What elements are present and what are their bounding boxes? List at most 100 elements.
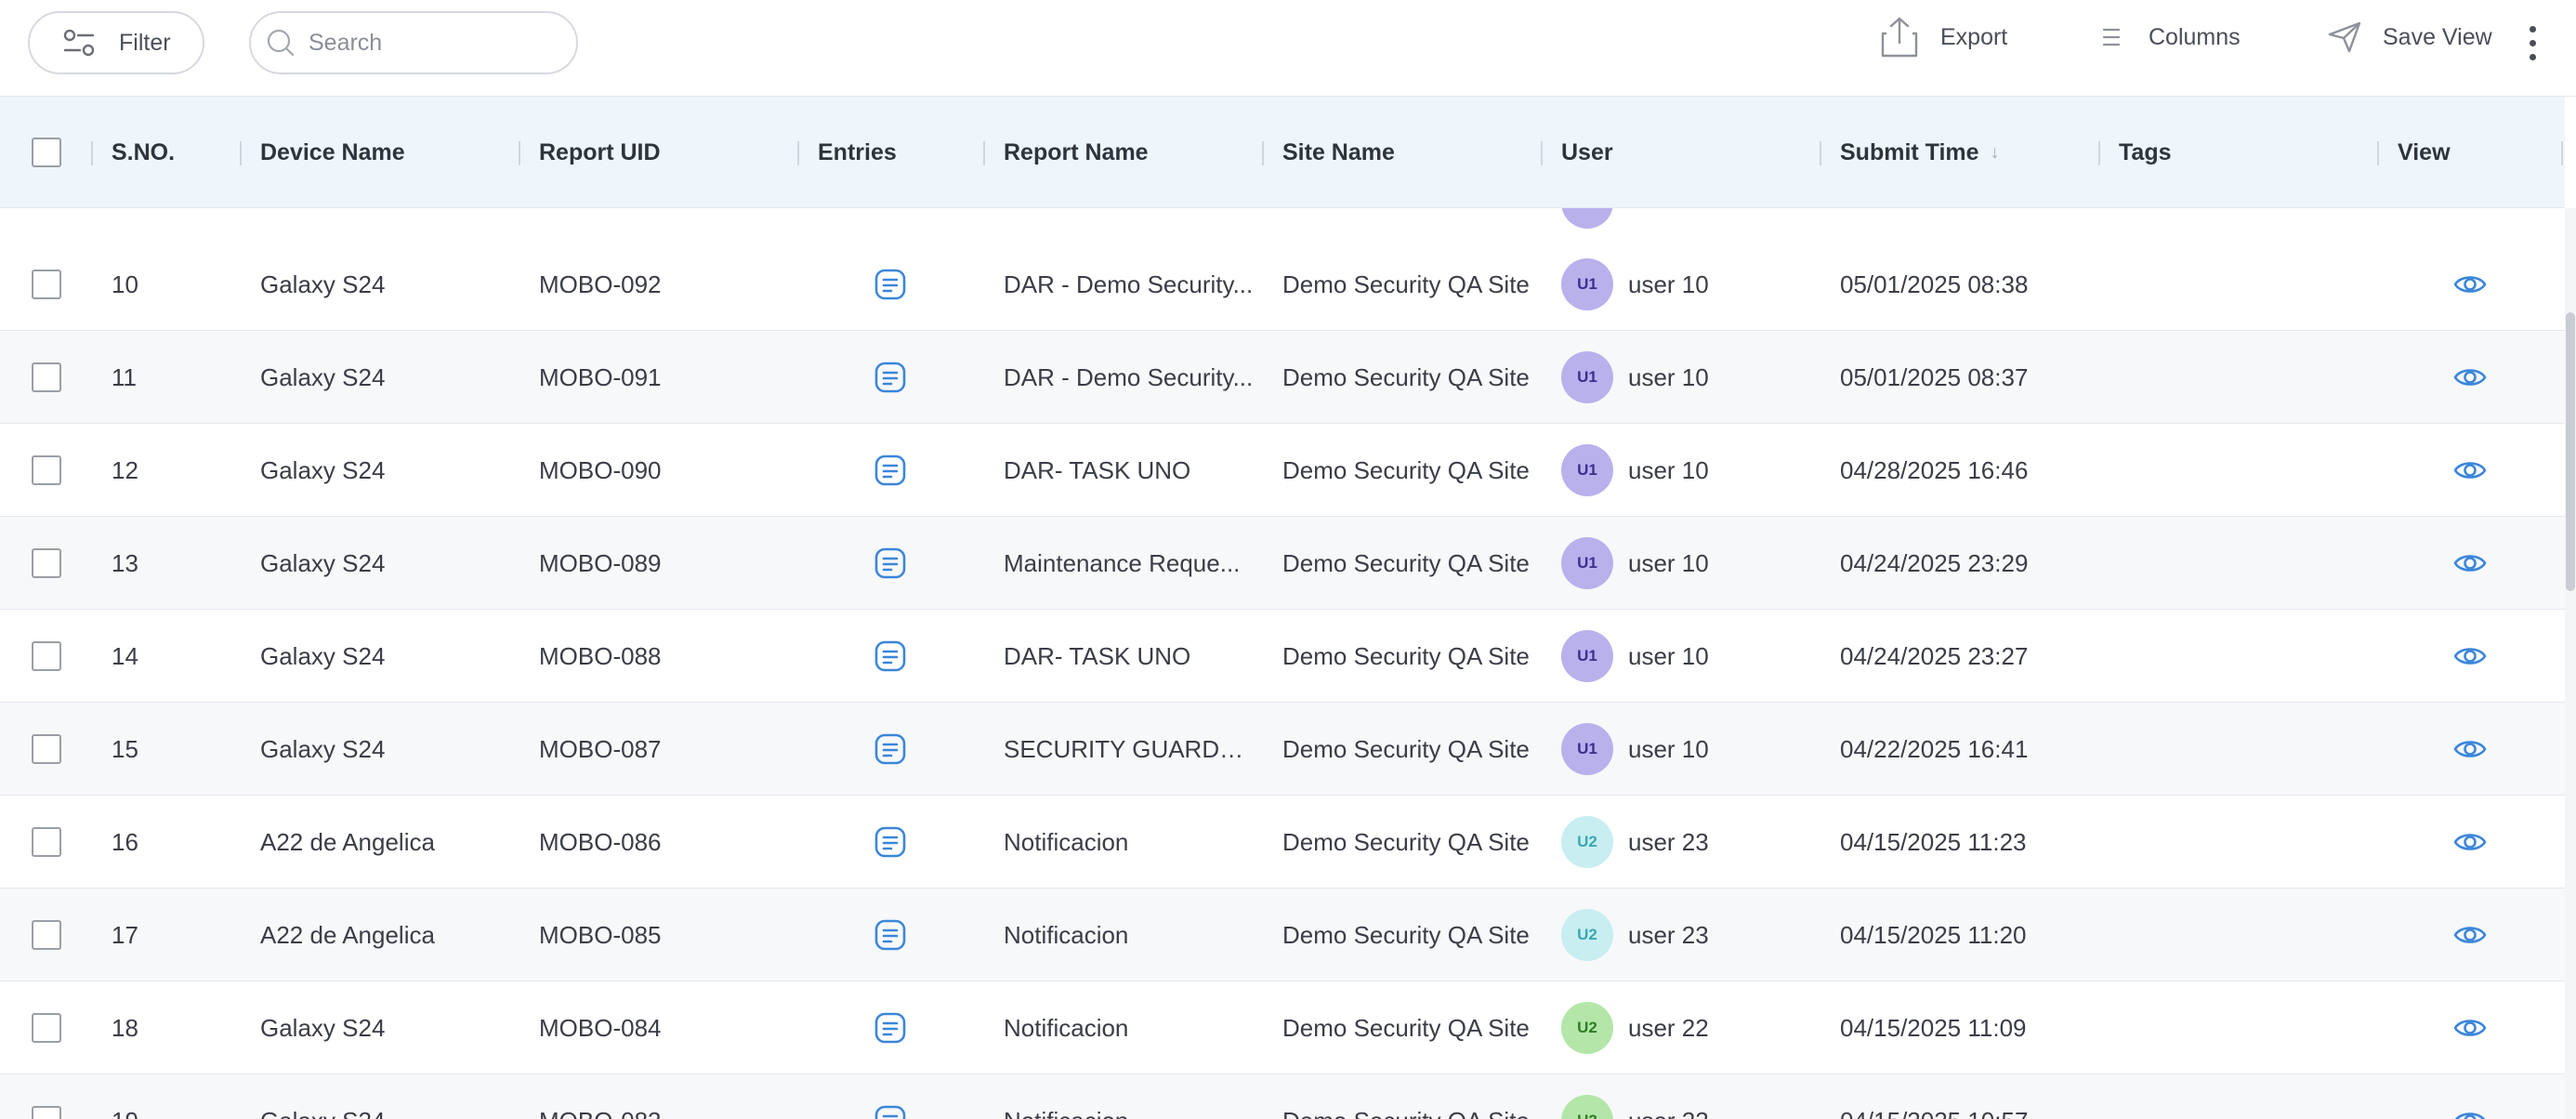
cell-tags	[2119, 424, 2370, 517]
cell-user: user 10	[1628, 455, 1709, 484]
column-header-site-name[interactable]: Site Name	[1282, 97, 1395, 208]
column-header-submit-time[interactable]: Submit Time ↓	[1840, 97, 2000, 208]
view-eye-icon[interactable]	[2453, 639, 2487, 678]
table-row[interactable]: 14 Galaxy S24 MOBO-088 DAR- TASK UNO Demo Se…	[0, 610, 2565, 703]
cell-report-uid: MOBO-083	[539, 1074, 790, 1119]
row-checkbox[interactable]	[32, 270, 61, 299]
cell-report-uid: MOBO-084	[539, 1013, 662, 1042]
cell-device-name: A22 de Angelica	[260, 827, 435, 856]
submit-time-label: Submit Time	[1840, 138, 1979, 165]
table-row[interactable]: 12 Galaxy S24 MOBO-090 DAR- TASK UNO Demo Se…	[0, 424, 2565, 517]
search-box[interactable]	[249, 11, 578, 74]
view-eye-icon[interactable]	[2453, 1104, 2487, 1119]
sort-down-icon[interactable]: ↓	[1991, 142, 2000, 164]
view-eye-icon[interactable]	[2453, 825, 2487, 863]
column-header-device-name[interactable]: Device Name	[260, 97, 405, 208]
table-row[interactable]: 18 Galaxy S24 MOBO-084 Notificacion Demo Sec…	[0, 981, 2565, 1074]
column-header-entries[interactable]: Entries	[818, 97, 897, 208]
view-eye-icon[interactable]	[2453, 918, 2487, 956]
cell-site-name: Demo Security QA Site	[1282, 641, 1530, 670]
column-header-sno[interactable]: S.NO.	[112, 97, 175, 208]
cell-site-name: Demo Security QA Site	[1282, 455, 1530, 484]
cell-sno: 15	[112, 734, 138, 763]
cell-sno: 14	[112, 641, 138, 670]
row-checkbox[interactable]	[32, 827, 61, 857]
cell-submit-time: 04/15/2025 11:23	[1840, 827, 2027, 856]
view-eye-icon[interactable]	[2453, 732, 2487, 770]
table-row[interactable]: 19 Galaxy S24 MOBO-083 Notificacion Demo Sec…	[0, 1074, 2565, 1119]
cell-site-name: Demo Security QA Site	[1282, 734, 1530, 763]
cell-site-name: Demo Security QA Site	[1282, 548, 1530, 577]
avatar: U1	[1561, 351, 1613, 403]
cell-report-name: Notificacion	[1004, 828, 1129, 856]
cell-user: user 10	[1628, 362, 1709, 391]
table-row[interactable]: 13 Galaxy S24 MOBO-089 Maintenance Reque...…	[0, 517, 2565, 610]
view-eye-icon[interactable]	[2453, 454, 2487, 492]
cell-tags	[2119, 610, 2370, 703]
more-options-icon[interactable]	[2518, 17, 2546, 69]
entries-icon[interactable]	[874, 546, 907, 585]
cell-site-name: Demo Security QA Site	[1282, 1013, 1530, 1042]
cell-user: user 23	[1628, 827, 1709, 856]
filter-button[interactable]: Filter	[28, 11, 204, 74]
select-all-checkbox[interactable]	[32, 138, 61, 167]
entries-icon[interactable]	[874, 361, 907, 399]
cell-device-name: Galaxy S24	[260, 362, 386, 391]
entries-icon[interactable]	[874, 732, 907, 770]
table-row[interactable]: 17 A22 de Angelica MOBO-085 Notificacion Dem…	[0, 889, 2565, 981]
search-input[interactable]	[309, 29, 550, 57]
cell-report-uid: MOBO-090	[539, 455, 662, 484]
entries-icon[interactable]	[874, 825, 907, 863]
view-eye-icon[interactable]	[2453, 546, 2487, 585]
avatar: U1	[1561, 258, 1613, 310]
entries-icon[interactable]	[874, 918, 907, 956]
cell-report-name: Notificacion	[1004, 1074, 1255, 1119]
entries-icon[interactable]	[874, 1011, 907, 1049]
row-checkbox[interactable]	[32, 362, 61, 392]
table-row[interactable]: 16 A22 de Angelica MOBO-086 Notificacion Dem…	[0, 796, 2565, 889]
row-checkbox[interactable]	[32, 641, 61, 671]
column-divider	[2377, 141, 2379, 165]
search-icon	[267, 29, 295, 57]
view-eye-icon[interactable]	[2453, 361, 2487, 399]
row-checkbox[interactable]	[32, 455, 61, 485]
export-label: Export	[1940, 23, 2008, 50]
column-header-user[interactable]: User	[1561, 97, 1613, 208]
export-button[interactable]: Export	[1879, 11, 2007, 63]
scrollbar-thumb[interactable]	[2566, 312, 2575, 591]
entries-icon[interactable]	[874, 1104, 907, 1119]
cell-sno: 18	[112, 1013, 138, 1042]
row-checkbox[interactable]	[32, 1013, 61, 1043]
cell-user: user 10	[1628, 641, 1709, 670]
cell-report-uid: MOBO-085	[539, 920, 662, 949]
cell-submit-time: 04/22/2025 16:41	[1840, 734, 2029, 763]
column-header-report-uid[interactable]: Report UID	[539, 97, 661, 208]
table-row[interactable]: 15 Galaxy S24 MOBO-087 SECURITY GUARDS -...…	[0, 703, 2565, 796]
cell-submit-time: 05/01/2025 08:37	[1840, 362, 2029, 391]
column-header-view[interactable]: View	[2398, 97, 2451, 208]
entries-icon[interactable]	[874, 268, 907, 306]
row-checkbox[interactable]	[32, 734, 61, 764]
table-row[interactable]: 10 Galaxy S24 MOBO-092 DAR - Demo Security.…	[0, 238, 2565, 331]
cell-sno: 19	[112, 1074, 232, 1119]
columns-button[interactable]: Columns	[2102, 11, 2241, 63]
column-divider	[2561, 141, 2563, 165]
column-divider	[797, 141, 799, 165]
entries-icon[interactable]	[874, 454, 907, 492]
cell-device-name: Galaxy S24	[260, 1074, 511, 1119]
cell-tags	[2119, 796, 2370, 889]
avatar: U2	[1561, 816, 1613, 868]
view-eye-icon[interactable]	[2453, 268, 2487, 306]
save-view-button[interactable]: Save View	[2327, 11, 2492, 63]
send-icon	[2328, 21, 2361, 53]
row-checkbox[interactable]	[32, 1106, 61, 1119]
cell-report-uid: MOBO-092	[539, 270, 662, 298]
filter-label: Filter	[119, 29, 171, 56]
table-row[interactable]: 11 Galaxy S24 MOBO-091 DAR - Demo Security.…	[0, 331, 2565, 424]
row-checkbox[interactable]	[32, 548, 61, 578]
column-header-tags[interactable]: Tags	[2119, 97, 2172, 208]
row-checkbox[interactable]	[32, 920, 61, 950]
entries-icon[interactable]	[874, 639, 907, 678]
view-eye-icon[interactable]	[2453, 1011, 2487, 1049]
column-header-report-name[interactable]: Report Name	[1004, 97, 1149, 208]
